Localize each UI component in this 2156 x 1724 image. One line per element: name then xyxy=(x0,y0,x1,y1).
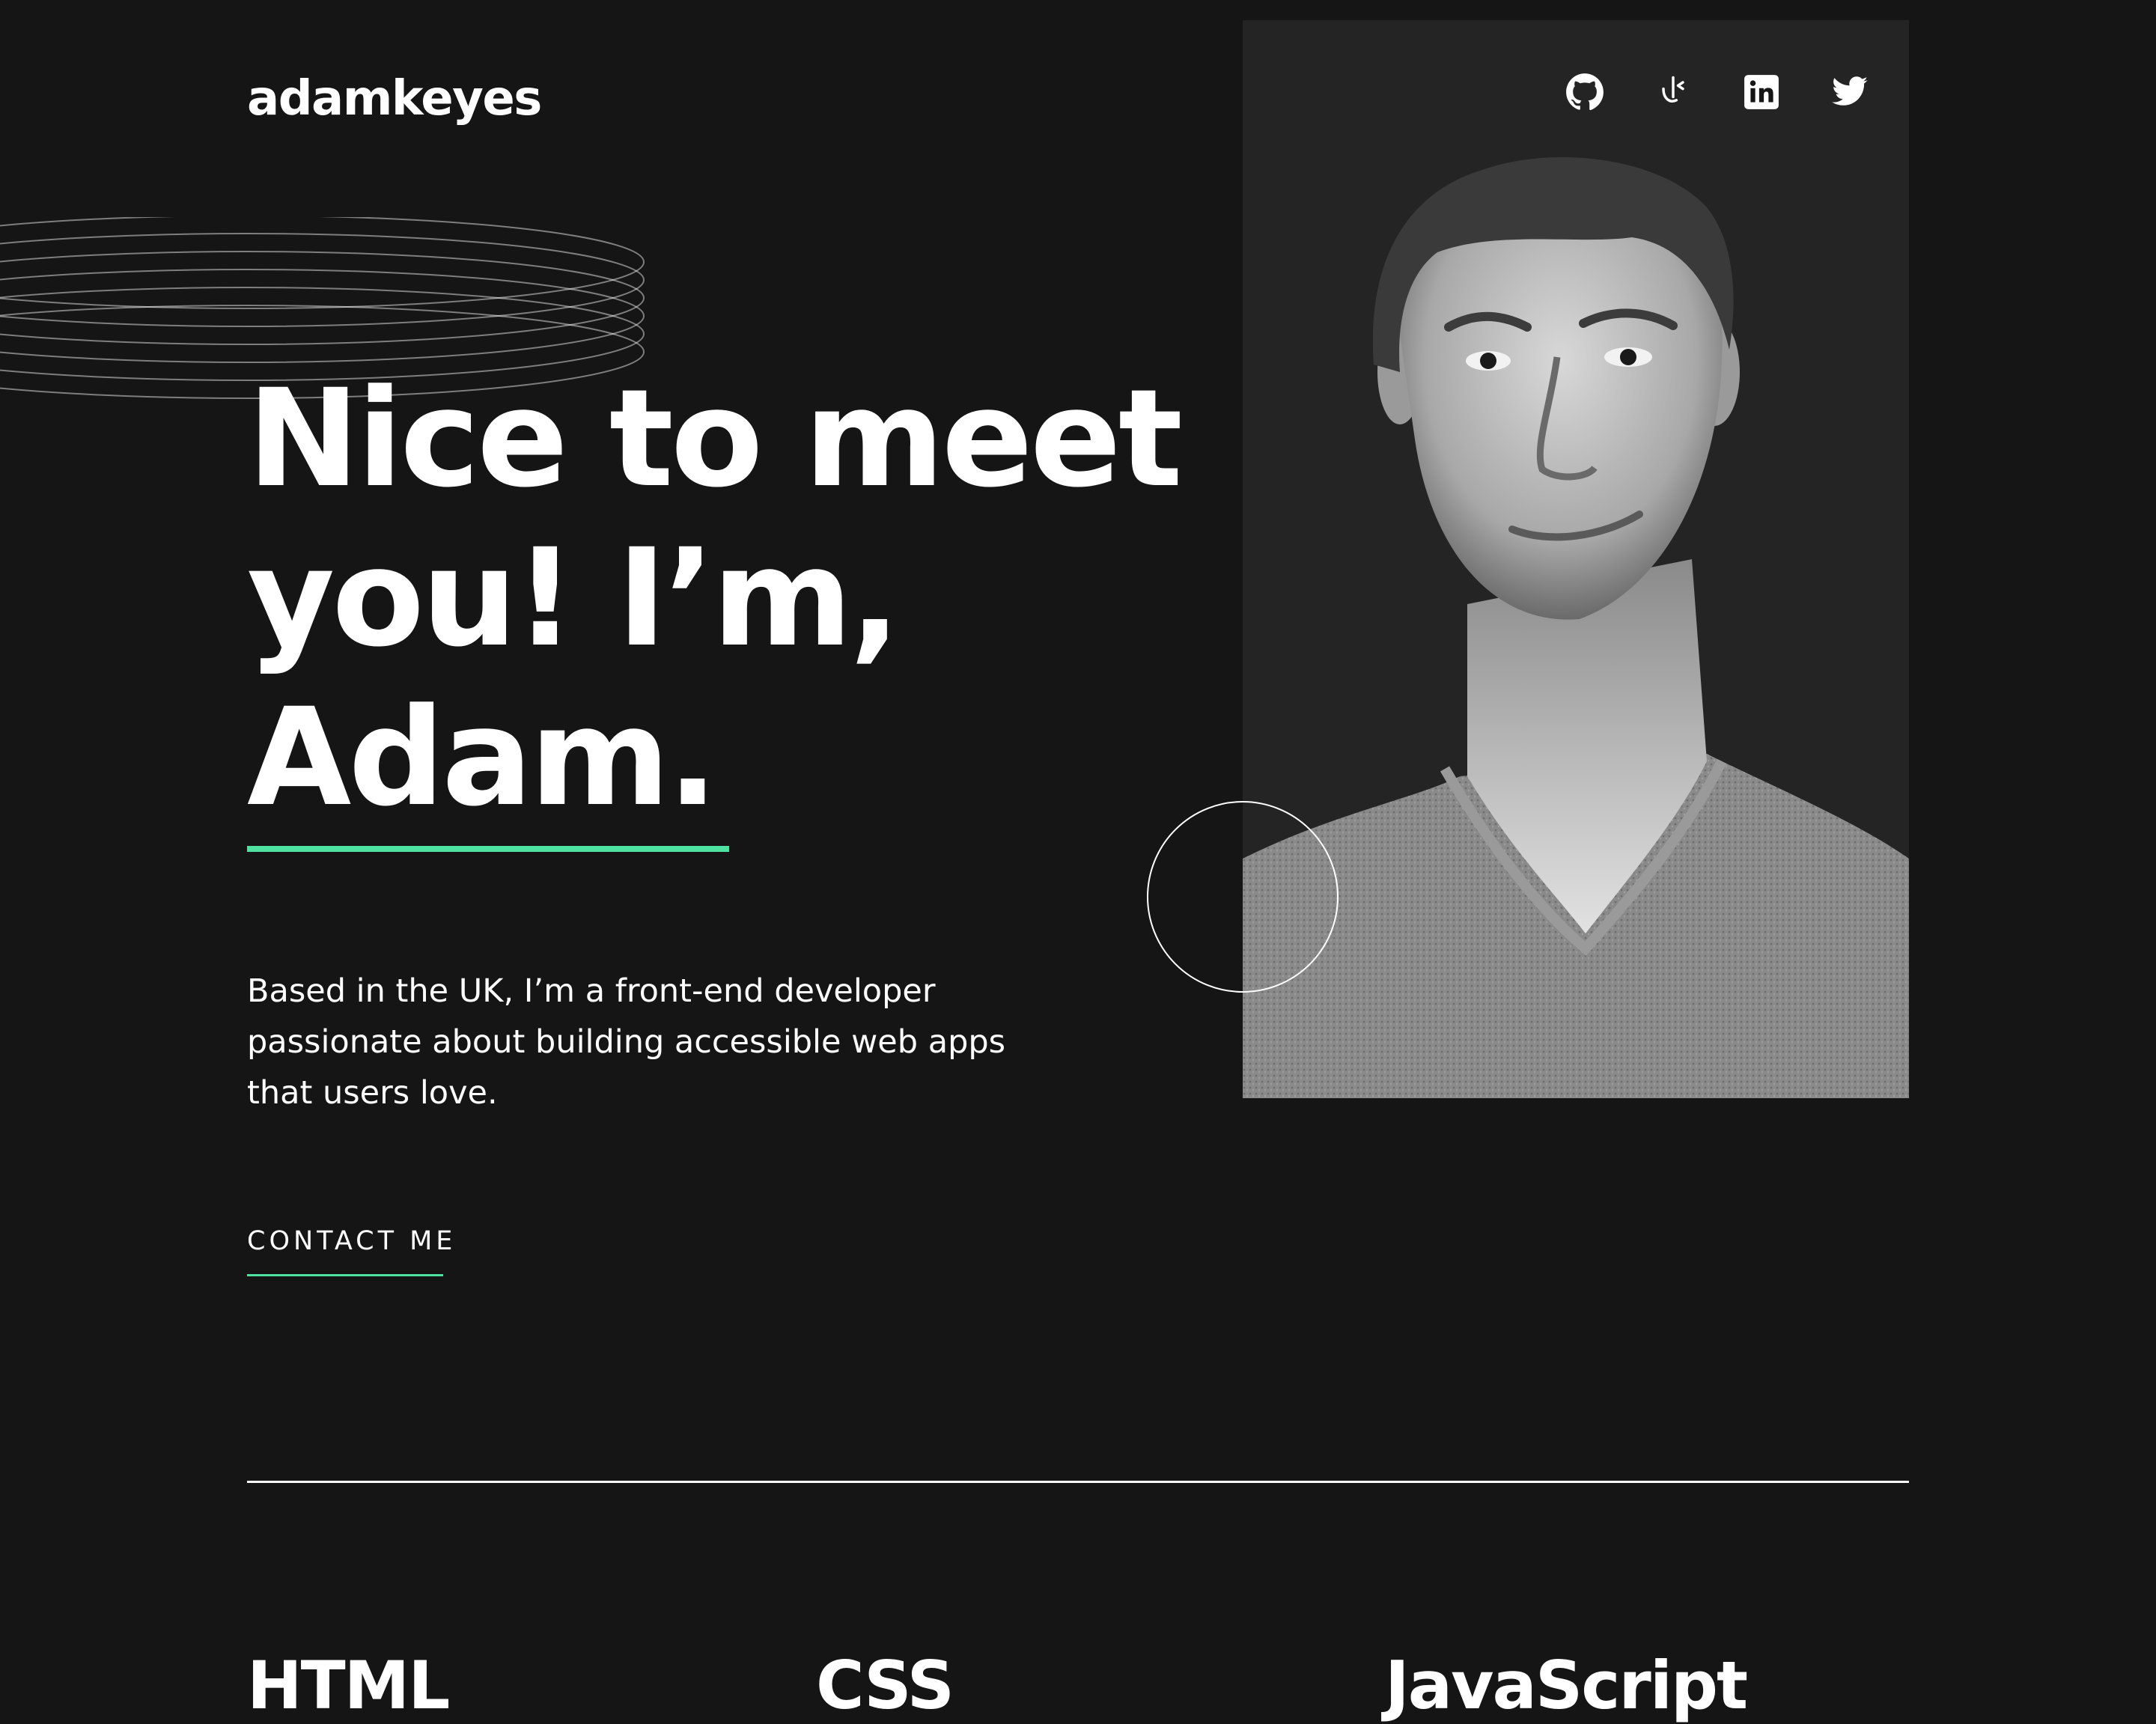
portrait-photo xyxy=(1243,156,1909,1098)
skill-css: CSS xyxy=(816,1647,954,1724)
github-icon xyxy=(1566,73,1604,111)
skill-javascript: JavaScript xyxy=(1385,1647,1748,1724)
hero-headline: Nice to meet you! I’m, Adam. xyxy=(247,359,1295,838)
name-underline xyxy=(247,846,729,852)
frontend-mentor-icon xyxy=(1662,76,1684,103)
section-divider xyxy=(247,1481,1909,1483)
contact-me-button[interactable]: CONTACT ME xyxy=(247,1223,456,1259)
headline-line-3: Adam. xyxy=(247,680,719,836)
linkedin-icon xyxy=(1744,75,1779,109)
site-logo[interactable]: adamkeyes xyxy=(247,75,542,123)
frontend-mentor-link[interactable] xyxy=(1653,72,1693,112)
portfolio-page: adamkeyes Nice to meet you! I’m, Adam. B… xyxy=(0,0,2156,1720)
headline-line-2: you! I’m, xyxy=(247,520,901,677)
twitter-link[interactable] xyxy=(1830,72,1870,112)
social-links xyxy=(1565,72,1870,112)
contact-underline xyxy=(247,1274,443,1276)
github-link[interactable] xyxy=(1565,72,1605,112)
headline-line-1: Nice to meet xyxy=(247,361,1183,517)
intro-text: Based in the UK, I’m a front-end develop… xyxy=(247,972,1006,1112)
skill-html: HTML xyxy=(247,1647,450,1724)
linkedin-link[interactable] xyxy=(1741,72,1782,112)
profile-photo xyxy=(1243,20,1909,1098)
twitter-icon xyxy=(1832,76,1868,106)
